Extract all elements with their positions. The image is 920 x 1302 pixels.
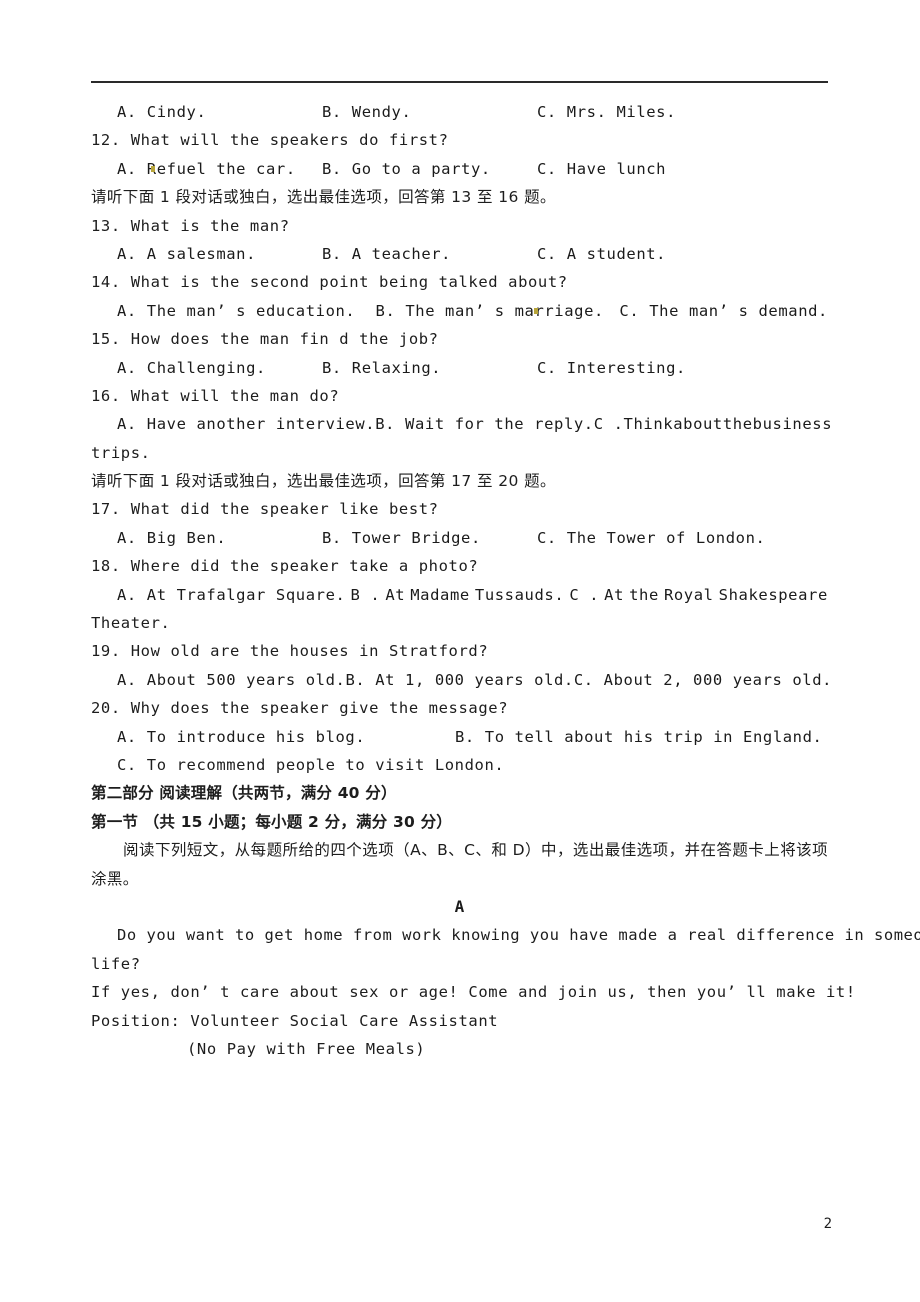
option-c-part1: C . [569,585,600,604]
reading-directions: 阅读下列短文，从每题所给的四个选项（A、B、C、和 D）中，选出最佳选项，并在答… [91,836,828,893]
option-c: C. The Tower of London. [537,528,766,547]
reading-section-heading: 第一节 （共 15 小题；每小题 2 分，满分 30 分） [91,812,452,831]
question-17-options: A. Big Ben. B. Tower Bridge. C. The Towe… [91,524,828,552]
option-a: A. Have another interview. [117,415,376,434]
question-20-options-ab: A. To introduce his blog. B. To tell abo… [91,723,828,751]
passage-label-a: A [454,896,465,916]
option-c-part1: C . [593,415,624,434]
option-c-part3: the [629,585,659,604]
option-b: B. Wendy. [322,103,412,121]
question-12-options: A. Refuel the car. B. Go to a party. C. … [91,155,828,183]
option-c-part3: about [673,415,723,434]
option-b-part2: At [385,585,406,604]
option-c-part5: Shakespeare [718,585,828,604]
question-14-options: A. The man’ s education. B. The man’ s m… [91,297,828,325]
option-c: C. Interesting. [537,358,686,377]
option-b-part1: B . [350,585,381,604]
page-content: A. Cindy. B. Wendy. C. Mrs. Miles. 12. W… [91,98,920,1063]
listening-instruction-13-16: 请听下面 1 段对话或独白，选出最佳选项，回答第 13 至 16 题。 [91,188,556,207]
question-15-options: A. Challenging. B. Relaxing. C. Interest… [91,354,828,382]
question-12-stem: 12. What will the speakers do first? [91,131,449,150]
option-b: B. The man’ s marriage. [375,301,604,320]
option-a: A. At Trafalgar Square. [117,585,346,604]
page-number: 2 [823,1216,832,1232]
question-16-stem: 16. What will the man do? [91,386,340,405]
option-a: A. Refuel the car. [117,159,296,178]
exam-page: A. Cindy. B. Wendy. C. Mrs. Miles. 12. W… [0,0,920,1302]
option-c: C. Have lunch [537,159,667,178]
question-16-option-c-wrap: trips. [91,443,151,462]
option-c-part4: Royal [663,585,714,604]
option-c: C. A student. [537,244,667,263]
passage-line-2-text: If yes, don’ t care about sex or age! Co… [91,983,856,1002]
passage-line-3-text: Position: Volunteer Social Care Assistan… [91,1011,499,1030]
option-c-part2: At [604,585,625,604]
option-c-part4: the [722,415,753,434]
option-a: A. A salesman. [117,244,257,263]
option-b-part4: Tussauds. [474,585,565,604]
option-b: B. Tower Bridge. [322,528,481,547]
option-a: A. About 500 years old. [117,670,346,689]
option-a: A. To introduce his blog. [117,727,366,746]
question-15-stem: 15. How does the man fin d the job? [91,330,439,349]
header-rule [91,81,828,83]
question-13-stem: 13. What is the man? [91,216,290,235]
passage-line-3: Position: Volunteer Social Care Assistan… [91,1007,828,1035]
option-c-part2: Think [623,415,674,434]
option-c-part5: business [752,415,833,434]
option-a: A. Cindy. [117,103,207,121]
option-a: A. The man’ s education. [117,301,356,320]
option-c: C. The man’ s demand. [619,301,828,320]
reading-directions-text: 阅读下列短文，从每题所给的四个选项（A、B、C、和 D）中，选出最佳选项，并在答… [91,841,828,888]
option-a: A. Big Ben. [117,528,227,547]
passage-line-1: Do you want to get home from work knowin… [91,921,920,949]
option-b: B. At 1, 000 years old. [345,670,574,689]
reading-part-heading: 第二部分 阅读理解（共两节，满分 40 分） [91,784,397,803]
listening-instruction-17-20: 请听下面 1 段对话或独白，选出最佳选项，回答第 17 至 20 题。 [91,472,556,491]
question-20-stem: 20. Why does the speaker give the messag… [91,699,509,718]
passage-line-1-text: Do you want to get home from work knowin… [117,926,920,945]
question-13-options: A. A salesman. B. A teacher. C. A studen… [91,240,828,268]
option-b: B. Go to a party. [322,159,491,178]
option-a: A. Challenging. [117,358,266,377]
question-18-options: A. At Trafalgar Square. B . At Madame Tu… [91,581,828,609]
passage-line-1-wrap: life? [91,954,141,973]
option-b-part3: Madame [410,585,470,604]
scan-speck-artifact [534,308,538,314]
question-11-options: A. Cindy. B. Wendy. C. Mrs. Miles. [91,98,828,126]
option-b: B. A teacher. [322,244,452,263]
option-c: C. Mrs. Miles. [537,103,677,121]
question-14-stem: 14. What is the second point being talke… [91,273,568,292]
scan-speck-artifact [151,166,155,172]
option-b: B. Wait for the reply. [375,415,594,434]
option-b: B. Relaxing. [322,358,442,377]
question-16-options: A. Have another interview. B. Wait for t… [91,410,832,438]
question-18-option-c-wrap: Theater. [91,614,171,633]
question-20-option-c: C. To recommend people to visit London. [117,755,505,774]
passage-line-2: If yes, don’ t care about sex or age! Co… [91,978,855,1006]
question-18-stem: 18. Where did the speaker take a photo? [91,557,479,576]
question-17-stem: 17. What did the speaker like best? [91,500,439,519]
passage-line-4: (No Pay with Free Meals) [187,1039,426,1058]
question-19-stem: 19. How old are the houses in Stratford? [91,642,489,661]
option-b: B. To tell about his trip in England. [455,727,823,746]
option-c: C. About 2, 000 years old. [573,670,833,689]
question-19-options: A. About 500 years old. B. At 1, 000 yea… [91,666,832,694]
